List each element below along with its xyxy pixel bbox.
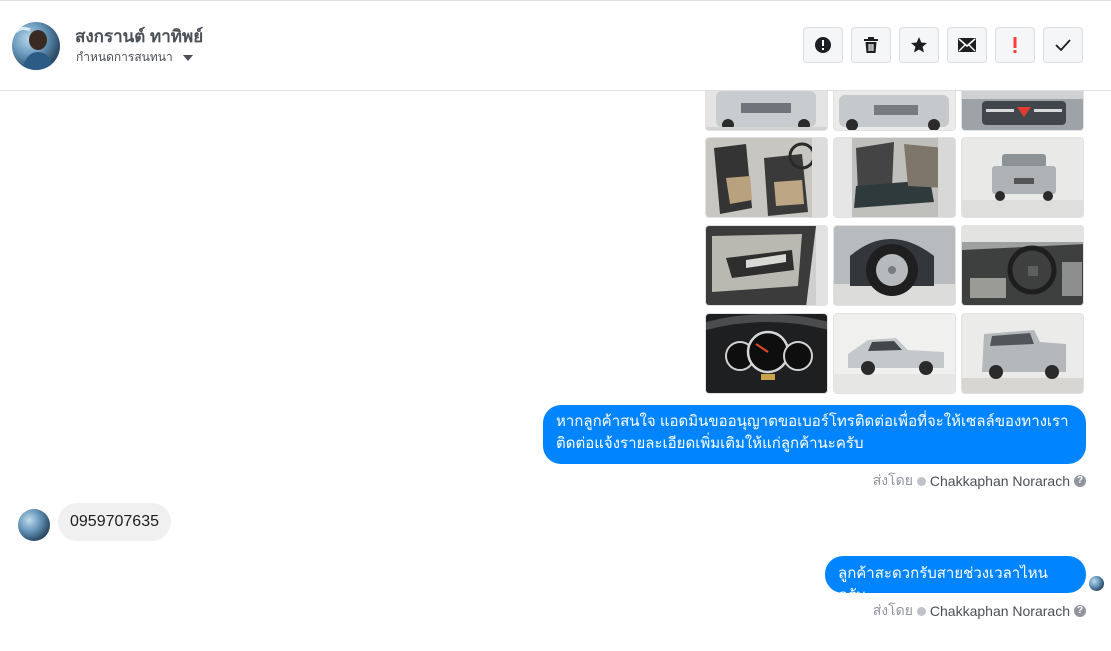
sent-by-label: ส่งโดย Chakkaphan Norarach ? (873, 470, 1086, 492)
contact-name[interactable]: สงกรานต์ ทาทิพย์ (75, 23, 203, 50)
photo-car-front-2[interactable] (833, 91, 956, 131)
verified-icon (916, 606, 926, 616)
conversation-settings-dropdown[interactable]: กำหนดการสนทนา (76, 48, 193, 67)
outgoing-message-bubble[interactable]: หากลูกค้าสนใจ แอดมินขออนุญาตขอเบอร์โทรติ… (543, 405, 1086, 464)
photo-door-panel[interactable] (705, 225, 828, 306)
mark-unread-button[interactable] (947, 27, 987, 63)
seen-avatar-icon (1089, 576, 1104, 591)
exclamation-icon (1013, 37, 1017, 53)
delete-button[interactable] (851, 27, 891, 63)
message-text-line: หากลูกค้าสนใจ แอดมินขออนุญาตขอเบอร์โทรติ… (556, 413, 1069, 430)
photo-car-rear-3q[interactable] (961, 313, 1084, 394)
photo-attachment-grid (705, 91, 1085, 396)
help-icon[interactable]: ? (1074, 475, 1086, 487)
mark-spam-button[interactable] (803, 27, 843, 63)
sent-by-label: ส่งโดย Chakkaphan Norarach ? (873, 600, 1086, 622)
star-button[interactable] (899, 27, 939, 63)
message-text-line: ติดต่อแจ้งรายละเอียดเพิ่มเติมให้แก่ลูกค้… (556, 435, 864, 452)
contact-avatar[interactable] (12, 22, 60, 70)
contact-avatar-small[interactable] (18, 509, 50, 541)
outgoing-message-bubble[interactable]: ลูกค้าสะดวกรับสายช่วงเวลาไหนครับ (825, 556, 1086, 604)
photo-car-grille[interactable] (961, 91, 1084, 131)
photo-wheel[interactable] (833, 225, 956, 306)
conversation-header: สงกรานต์ ทาทิพย์ กำหนดการสนทนา (0, 1, 1111, 91)
verified-icon (916, 476, 926, 486)
photo-dashboard[interactable] (961, 225, 1084, 306)
photo-car-front[interactable] (705, 91, 828, 131)
follow-up-button[interactable] (995, 27, 1035, 63)
sent-by-prefix: ส่งโดย (872, 472, 913, 488)
mark-done-button[interactable] (1043, 27, 1083, 63)
photo-gauge-cluster[interactable] (705, 313, 828, 394)
incoming-message-bubble[interactable]: 0959707635 (58, 503, 171, 541)
photo-seats-front[interactable] (705, 137, 828, 218)
photo-seats-rear[interactable] (833, 137, 956, 218)
trash-icon (864, 37, 878, 53)
photo-car-side[interactable] (833, 313, 956, 394)
help-icon[interactable]: ? (1074, 605, 1086, 617)
envelope-icon (958, 38, 976, 52)
photo-car-rear[interactable] (961, 137, 1084, 218)
message-text: 0959707635 (70, 513, 159, 530)
sender-name[interactable]: Chakkaphan Norarach (930, 473, 1070, 489)
caret-down-icon (182, 54, 193, 61)
check-icon (1055, 39, 1071, 51)
alert-circle-icon (815, 37, 831, 53)
star-icon (911, 37, 927, 53)
sender-name[interactable]: Chakkaphan Norarach (930, 603, 1070, 619)
sent-by-prefix: ส่งโดย (872, 602, 913, 618)
conversation-settings-label: กำหนดการสนทนา (76, 50, 173, 64)
